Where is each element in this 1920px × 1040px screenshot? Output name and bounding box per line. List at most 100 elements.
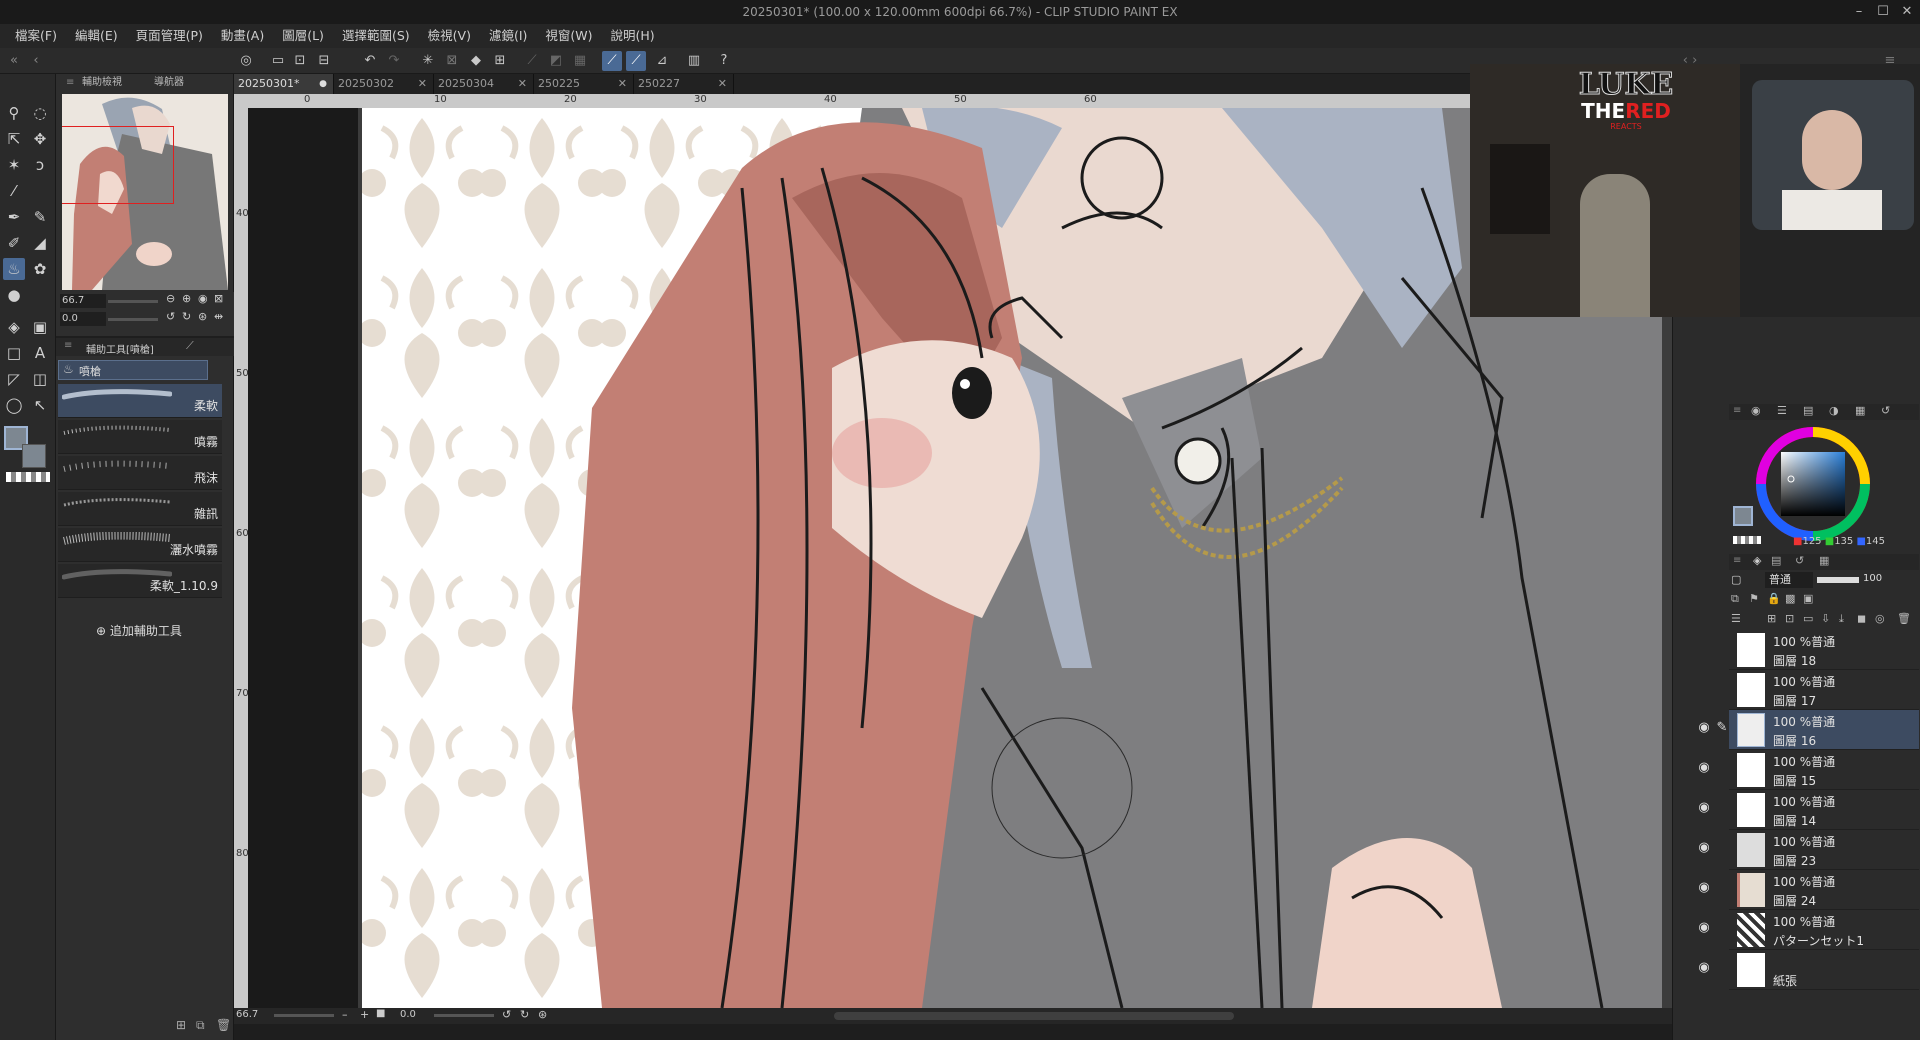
- zoom-out-icon[interactable]: –: [342, 1008, 348, 1021]
- approx-color-tab-icon[interactable]: ▦: [1855, 404, 1865, 417]
- operation-tool-icon[interactable]: ⇱: [3, 128, 25, 150]
- help-icon[interactable]: ?: [714, 51, 734, 71]
- rotate-left-icon[interactable]: ↺: [166, 310, 175, 323]
- brush-item[interactable]: 飛沫: [58, 456, 222, 490]
- layer-row[interactable]: ◉ 100 %普通 圖層 14: [1698, 790, 1919, 830]
- eye-icon[interactable]: ◉: [1695, 760, 1713, 775]
- status-zoom[interactable]: 66.7: [236, 1009, 258, 1020]
- stabilizer-icon[interactable]: ⟋: [602, 51, 622, 71]
- eye-icon[interactable]: ◉: [1695, 960, 1713, 975]
- delete-layer-icon[interactable]: 🗑: [1897, 612, 1911, 625]
- horizontal-ruler[interactable]: 0 10 20 30 40 50 60: [234, 94, 1672, 108]
- app-logo-icon[interactable]: ◎: [236, 51, 256, 71]
- menu-window[interactable]: 視窗(W): [536, 24, 601, 48]
- tab-sub-view[interactable]: 輔助檢視: [82, 74, 122, 92]
- pencil-tool-icon[interactable]: ✎: [29, 206, 51, 228]
- delete-subtool-icon[interactable]: 🗑: [216, 1018, 231, 1032]
- layer-row[interactable]: ◉ 100 %普通 圖層 24: [1698, 870, 1919, 910]
- lasso-select-icon[interactable]: ◌: [29, 102, 51, 124]
- canvas-area[interactable]: [234, 94, 1672, 1008]
- color-set-tab-icon[interactable]: ▤: [1803, 404, 1813, 417]
- panel-menu-icon[interactable]: ≡: [66, 74, 74, 92]
- eye-icon[interactable]: ◉: [1695, 880, 1713, 895]
- panel-menu-icon[interactable]: ≡: [1733, 555, 1741, 566]
- reference-layer-icon[interactable]: ⚑: [1749, 592, 1759, 605]
- rotate-reset-icon[interactable]: ⊛: [538, 1008, 547, 1021]
- nav-zoom-value[interactable]: 66.7: [60, 294, 106, 308]
- transform-icon[interactable]: ⊞: [490, 51, 510, 71]
- maximize-icon[interactable]: ☐: [1872, 0, 1894, 24]
- opacity-value[interactable]: 100: [1863, 573, 1882, 584]
- text-tool-icon[interactable]: A: [29, 342, 51, 364]
- panel-back-icon[interactable]: ‹: [26, 51, 46, 71]
- new-vector-layer-icon[interactable]: ⊡: [1785, 612, 1794, 625]
- layer-property-tab-icon[interactable]: ▤: [1771, 554, 1781, 567]
- opacity-slider[interactable]: [1817, 577, 1859, 583]
- clip-layer-icon[interactable]: ⧉: [1731, 592, 1739, 606]
- close-icon[interactable]: ✕: [1896, 0, 1918, 24]
- layer-row[interactable]: 100 %普通 圖層 17: [1729, 670, 1919, 710]
- sub-color-swatch[interactable]: [22, 444, 46, 468]
- panel-collapse-icon[interactable]: «: [4, 51, 24, 71]
- color-wheel-tab-icon[interactable]: ◉: [1751, 404, 1761, 417]
- tab-navigator[interactable]: 導航器: [154, 74, 184, 92]
- eye-icon[interactable]: ◉: [1695, 840, 1713, 855]
- vector-snap-icon[interactable]: ⟋: [626, 51, 646, 71]
- auto-select-icon[interactable]: ✶: [3, 154, 25, 176]
- close-tab-icon[interactable]: ✕: [418, 74, 427, 94]
- close-tab-icon[interactable]: ✕: [618, 74, 627, 94]
- nav-zoom-slider[interactable]: [108, 300, 158, 303]
- open-file-icon[interactable]: ⊡: [290, 51, 310, 71]
- fill-bucket-icon[interactable]: ◈: [3, 316, 25, 338]
- subtool-group-tab[interactable]: ♨ 噴槍: [58, 360, 208, 380]
- horizontal-scrollbar[interactable]: [834, 1012, 1234, 1020]
- balloon-tool-icon[interactable]: ◯: [3, 394, 25, 416]
- layer-list-icon[interactable]: ☰: [1731, 612, 1741, 625]
- color-main-swatch[interactable]: [1733, 506, 1753, 526]
- snap-ruler-icon[interactable]: ⟋: [522, 51, 542, 71]
- rotate-right-icon[interactable]: ↻: [182, 310, 191, 323]
- status-angle-slider[interactable]: [434, 1014, 494, 1017]
- merge-down-icon[interactable]: ⤓: [1839, 612, 1844, 626]
- artwork-canvas[interactable]: [362, 108, 1662, 1008]
- save-icon[interactable]: ⊟: [314, 51, 334, 71]
- lock-transparency-icon[interactable]: ▩: [1785, 592, 1795, 605]
- mask-icon[interactable]: ▣: [1803, 592, 1813, 605]
- search-layer-tab-icon[interactable]: ▦: [1819, 554, 1829, 567]
- eraser-tool-icon[interactable]: ◢: [29, 232, 51, 254]
- new-subtool-icon[interactable]: ⊞: [176, 1018, 186, 1032]
- brush-tool-icon[interactable]: ✐: [3, 232, 25, 254]
- correct-line-icon[interactable]: ↖: [29, 394, 51, 416]
- menu-view[interactable]: 檢視(V): [419, 24, 480, 48]
- deselect-icon[interactable]: ✳: [418, 51, 438, 71]
- eyedropper-icon[interactable]: ⁄: [3, 180, 25, 202]
- color-wheel[interactable]: [1753, 424, 1873, 544]
- brush-item[interactable]: 雜訊: [58, 492, 222, 526]
- close-tab-icon[interactable]: ✕: [718, 74, 727, 94]
- status-zoom-slider[interactable]: [274, 1014, 334, 1017]
- frame-tool-icon[interactable]: ◸: [3, 368, 25, 390]
- menu-animation[interactable]: 動畫(A): [212, 24, 273, 48]
- menu-filter[interactable]: 濾鏡(I): [480, 24, 536, 48]
- lock-layer-icon[interactable]: 🔒: [1767, 592, 1781, 605]
- menu-layer[interactable]: 圖層(L): [273, 24, 333, 48]
- add-subtool-button[interactable]: ⊕ 追加輔助工具: [96, 622, 182, 639]
- zoom-reset-icon[interactable]: ⊠: [214, 292, 223, 305]
- snap-special-icon[interactable]: ◩: [546, 51, 566, 71]
- new-raster-layer-icon[interactable]: ⊞: [1767, 612, 1776, 625]
- brush-item[interactable]: 灑水噴霧: [58, 528, 222, 562]
- copy-subtool-icon[interactable]: ⧉: [196, 1018, 205, 1033]
- layer-row[interactable]: ◉ 紙張: [1698, 950, 1919, 990]
- vertical-ruler[interactable]: 40 50 60 70 80: [234, 108, 249, 1008]
- subtool-settings-icon[interactable]: ⟋: [186, 339, 194, 353]
- lasso-icon[interactable]: ↄ: [29, 154, 51, 176]
- minimize-icon[interactable]: –: [1848, 0, 1870, 24]
- zoom-tool-icon[interactable]: ⚲: [3, 102, 25, 124]
- brush-item[interactable]: 柔軟_1.10.9: [58, 564, 222, 598]
- tab-document[interactable]: 250225 ✕: [534, 74, 634, 94]
- brush-item[interactable]: 噴霧: [58, 420, 222, 454]
- menu-page[interactable]: 頁面管理(P): [127, 24, 212, 48]
- snap-grid-icon[interactable]: ▦: [570, 51, 590, 71]
- tablet-icon[interactable]: ▥: [684, 51, 704, 71]
- create-mask-icon[interactable]: ◼: [1857, 612, 1866, 625]
